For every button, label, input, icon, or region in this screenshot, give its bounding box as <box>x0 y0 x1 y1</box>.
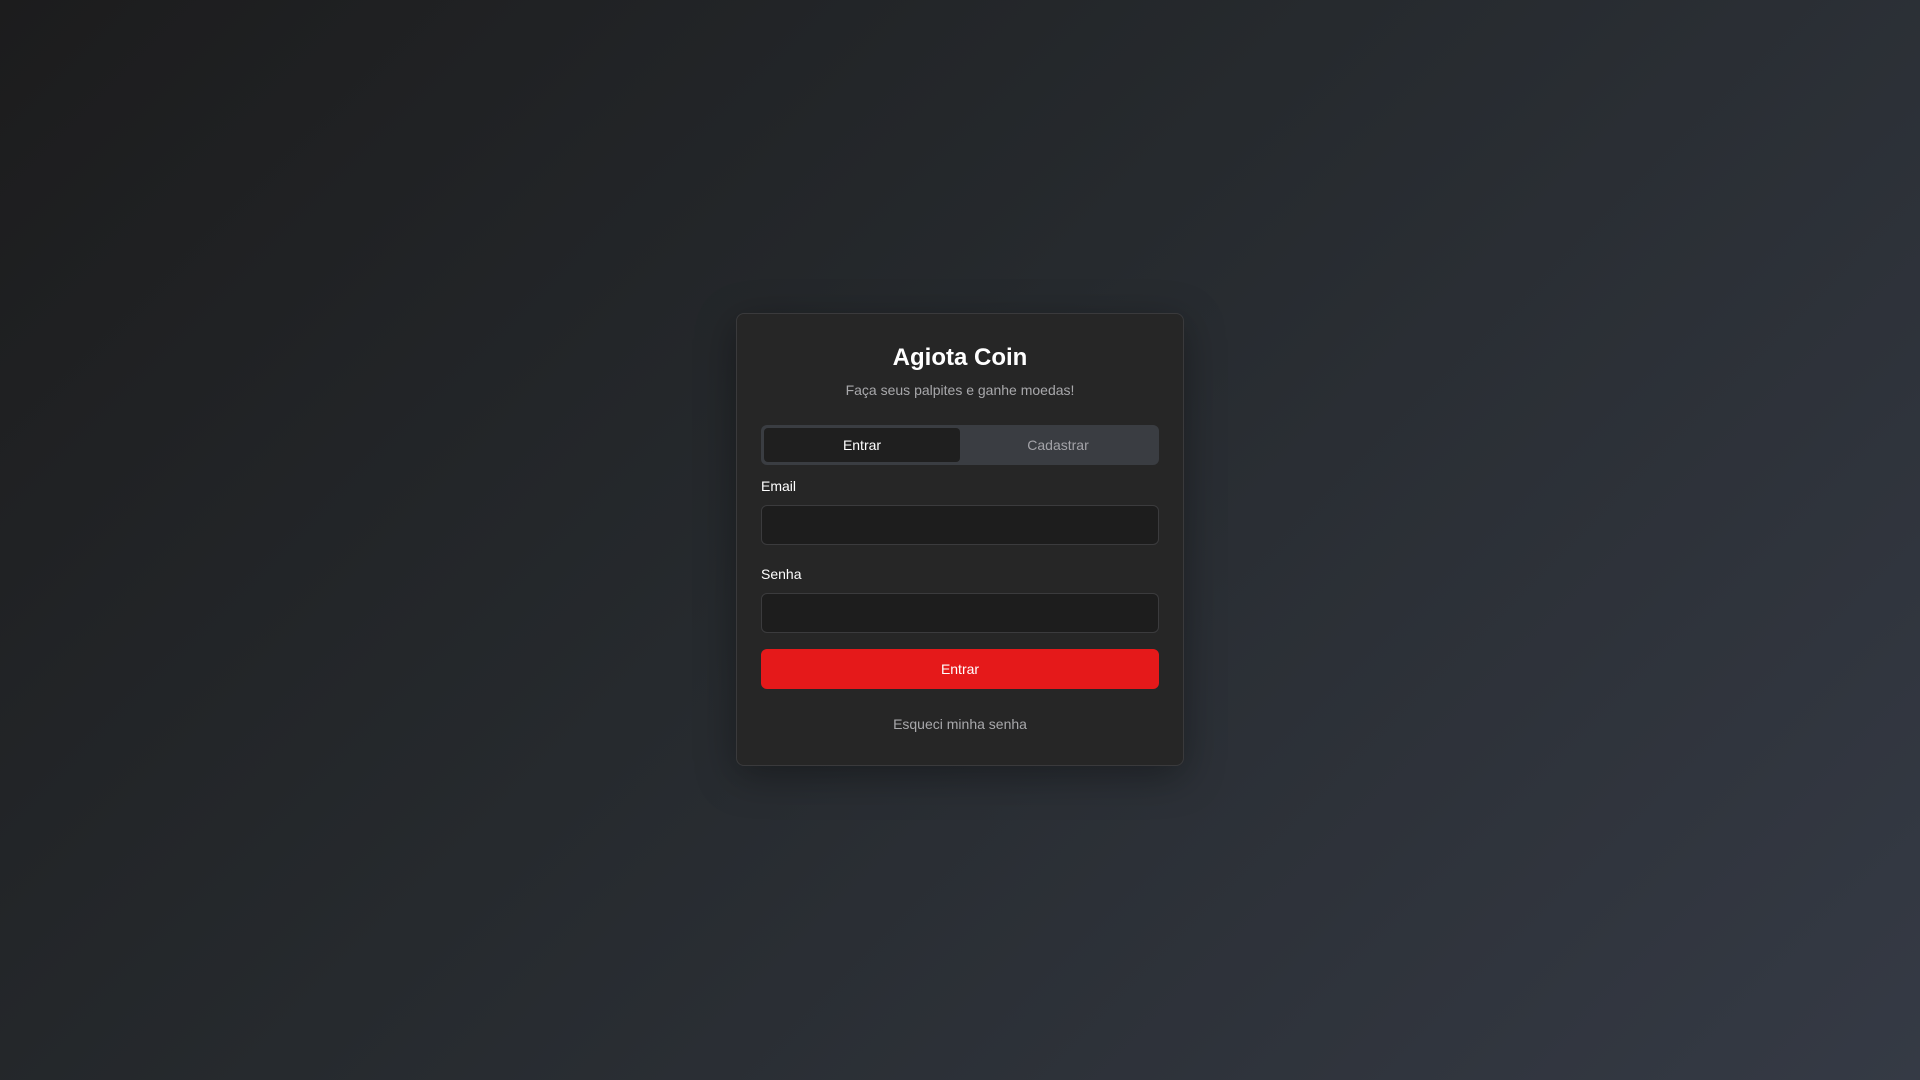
tab-register[interactable]: Cadastrar <box>960 428 1156 462</box>
email-label: Email <box>761 478 797 494</box>
email-field[interactable] <box>761 505 1159 545</box>
login-card: Agiota Coin Faça seus palpites e ganhe m… <box>736 313 1184 766</box>
login-form: Email Senha Entrar <box>761 477 1159 689</box>
tab-login[interactable]: Entrar <box>764 428 960 462</box>
login-submit-button[interactable]: Entrar <box>761 649 1159 689</box>
auth-tabs: Entrar Cadastrar <box>761 425 1159 465</box>
password-label: Senha <box>761 566 802 582</box>
app-subtitle: Faça seus palpites e ganhe moedas! <box>845 382 1075 398</box>
forgot-password-link[interactable]: Esqueci minha senha <box>761 716 1159 732</box>
app-title: Agiota Coin <box>892 344 1028 371</box>
password-field[interactable] <box>761 593 1159 633</box>
